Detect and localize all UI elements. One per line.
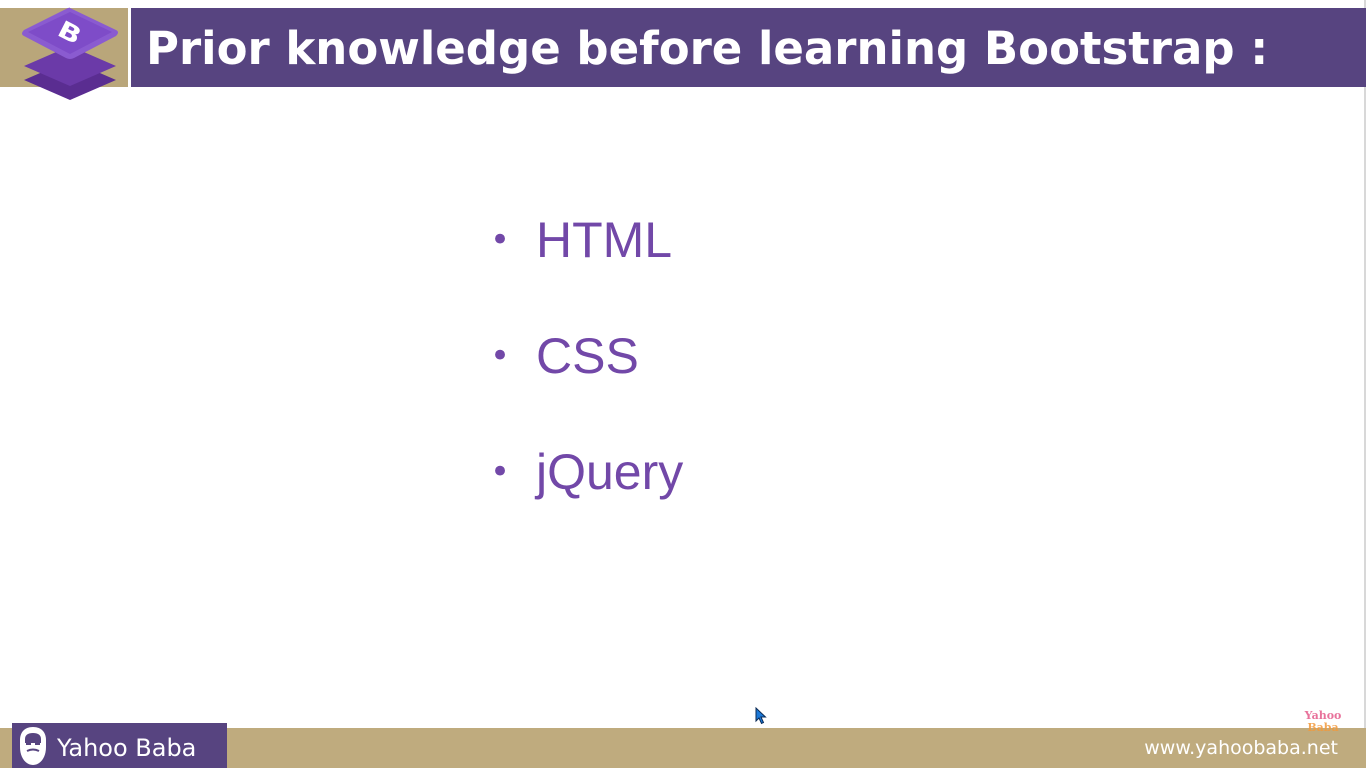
bootstrap-logo-icon: B [22, 7, 118, 100]
prerequisite-list: • HTML • CSS • jQuery [490, 205, 683, 553]
list-item-label: CSS [536, 328, 639, 384]
website-url: www.yahoobaba.net [1144, 737, 1338, 759]
bullet-icon: • [490, 452, 511, 492]
list-item-label: jQuery [536, 444, 684, 500]
list-item: • CSS [490, 321, 683, 437]
list-item: • HTML [490, 205, 683, 321]
slide: B Prior knowledge before learning Bootst… [0, 0, 1366, 768]
bullet-icon: • [490, 336, 511, 376]
page-title: Prior knowledge before learning Bootstra… [146, 22, 1269, 75]
bullet-icon: • [490, 220, 511, 260]
list-item-label: HTML [536, 212, 673, 268]
mouse-cursor-icon [755, 707, 767, 725]
list-item: • jQuery [490, 437, 683, 553]
brand-name: Yahoo Baba [57, 734, 197, 762]
bearded-face-icon [20, 727, 46, 765]
